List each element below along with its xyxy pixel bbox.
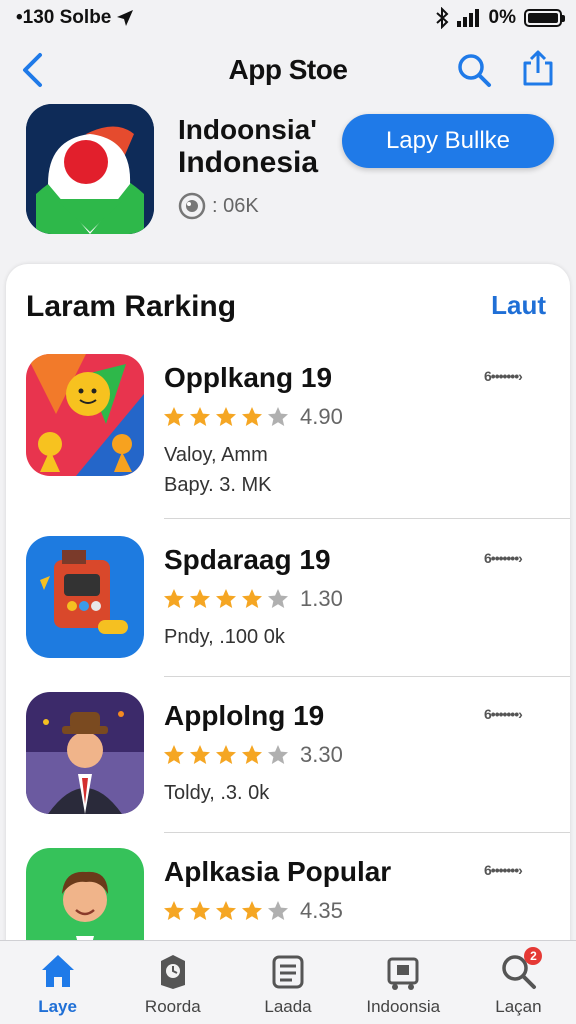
star-rating: 4.35 [162,898,343,924]
more-button[interactable]: 6•••••••› [484,550,523,566]
star-rating: 3.30 [162,742,343,768]
cart-icon [383,951,423,991]
app-subtitle: Pndy, .100 0k [164,626,285,648]
star-filled-icon [216,745,236,764]
ranking-title: Laram Rarking [26,290,237,323]
star-filled-icon [164,407,184,426]
page-title: App Stoe [228,54,348,85]
search-button[interactable] [452,48,496,92]
rating-value: 4.35 [300,898,343,923]
tab-lacan[interactable]: 2 Laçan [461,941,576,1024]
battery-percent: 0% [488,7,516,28]
more-button[interactable]: 6•••••••› [484,368,523,384]
star-rating: 4.90 [162,404,343,430]
navigation-bar: App Stoe [0,40,576,100]
battery-icon [524,9,565,27]
star-empty-icon [268,901,288,920]
app-name: Applolng 19 [164,700,325,731]
app-meta: : 06K [178,192,259,220]
list-item[interactable]: Spdaraag 19 6•••••••› 1.30 Pndy, .100 0k [6,536,570,696]
star-filled-icon [164,589,184,608]
tab-roorda[interactable]: Roorda [115,941,230,1024]
featured-app: Indoonsia' Indonesia : 06K Lapy Bullke [26,104,556,236]
app-size: Bapy. 3. MK [164,474,272,496]
tab-bar: Laye Roorda Laada Indoonsia 2 Laçan [0,940,576,1024]
app-icon-robot [26,536,144,658]
star-filled-icon [242,901,262,920]
star-empty-icon [268,407,288,426]
status-time: •130 Solbe [16,7,135,29]
tab-label: Laada [264,997,312,1016]
app-icon-indonesia[interactable] [26,104,154,234]
star-empty-icon [268,745,288,764]
app-name: Opplkang 19 [164,362,333,393]
status-time-text: •130 Solbe [16,7,112,28]
tab-label: Roorda [144,997,201,1016]
star-rating: 1.30 [162,586,343,612]
more-button[interactable]: 6•••••••› [484,706,523,722]
app-subtitle: Valoy, Amm [164,444,268,466]
divider [164,518,570,519]
tab-label: Indoonsia [366,997,441,1016]
home-icon [38,951,78,991]
tab-label: Laye [38,997,77,1016]
search-icon [458,54,491,87]
chevron-left-icon [23,53,42,87]
star-filled-icon [164,745,184,764]
app-icon-businessman [26,692,144,814]
document-icon [268,951,308,991]
see-all-link[interactable]: Laut [491,290,546,321]
star-filled-icon [164,901,184,920]
star-filled-icon [242,745,262,764]
back-button[interactable] [10,48,54,92]
age-rating-icon [178,192,206,220]
tab-laada[interactable]: Laada [230,941,345,1024]
star-filled-icon [190,745,210,764]
star-filled-icon [242,589,262,608]
star-filled-icon [190,407,210,426]
rating-value: 1.30 [300,586,343,611]
share-icon [523,50,553,86]
app-subtitle: Toldy, .3. 0k [164,782,270,804]
tab-laye[interactable]: Laye [0,941,115,1024]
star-filled-icon [190,589,210,608]
more-button[interactable]: 6•••••••› [484,862,523,878]
star-filled-icon [242,407,262,426]
location-arrow-icon [117,10,134,26]
app-name: Spdaraag 19 [164,544,331,575]
app-name: Aplkasia Popular [164,856,392,887]
rating-value: 3.30 [300,742,343,767]
status-bar: •130 Solbe 0% [0,0,576,36]
notification-badge: 2 [524,947,543,965]
list-item[interactable]: Opplkang 19 6•••••••› 4.90 Valoy, Amm Ba… [6,354,570,514]
divider [164,832,570,833]
star-filled-icon [216,901,236,920]
ranking-card: Laram Rarking Laut Opplkang 19 6•••••••›… [6,264,570,1024]
get-app-button[interactable]: Lapy Bullke [342,114,554,168]
star-filled-icon [216,589,236,608]
star-filled-icon [190,901,210,920]
app-icon-mascot [26,354,144,476]
bluetooth-icon [435,7,448,29]
star-filled-icon [216,407,236,426]
list-item[interactable]: Applolng 19 6•••••••› 3.30 Toldy, .3. 0k [6,692,570,852]
tab-label: Laçan [495,997,542,1016]
rating-value: 4.90 [300,404,343,429]
share-button[interactable] [516,46,560,90]
search-icon: 2 [498,947,543,991]
clock-book-icon [153,951,193,991]
tab-indoonsia[interactable]: Indoonsia [346,941,461,1024]
app-name-line2: Indonesia [178,146,319,179]
signal-icon [456,9,479,27]
app-meta-text: : 06K [212,194,259,217]
divider [164,676,570,677]
star-empty-icon [268,589,288,608]
app-name-line1: Indoonsia' [178,114,317,145]
